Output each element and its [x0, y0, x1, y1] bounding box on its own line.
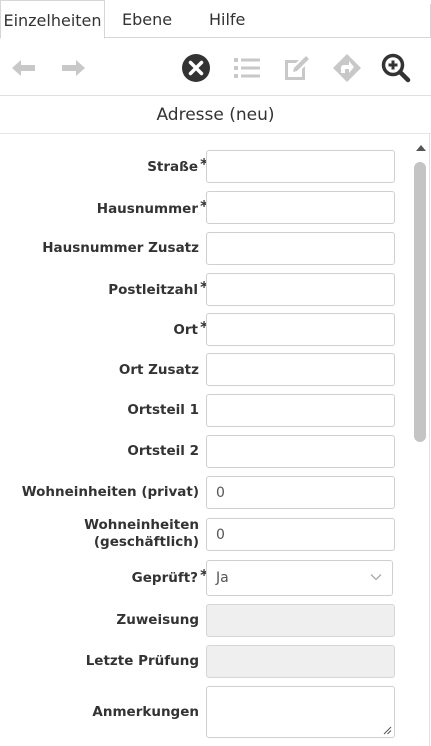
chevron-down-icon — [370, 574, 382, 581]
zuweisung-input — [206, 604, 395, 637]
field-label: Geprüft? * — [131, 566, 208, 586]
hausnummer-zusatz-input[interactable] — [206, 232, 395, 265]
scrollbar-thumb[interactable] — [414, 162, 426, 442]
field-label-line1: Wohneinheiten — [84, 517, 199, 533]
form-title: Adresse (neu) — [0, 97, 431, 134]
tab-hilfe[interactable]: Hilfe — [209, 0, 269, 38]
tab-bar: Einzelheiten Ebene Hilfe — [0, 0, 431, 39]
field-label: Ortsteil 1 — [127, 402, 199, 418]
toolbar — [0, 38, 431, 96]
ortsteil2-input[interactable] — [206, 435, 395, 468]
field-label: Ortsteil 2 — [127, 443, 199, 459]
wohneinheiten-privat-input[interactable] — [206, 476, 395, 509]
field-label: Hausnummer Zusatz — [42, 240, 199, 256]
hausnummer-input[interactable] — [206, 191, 395, 224]
field-label: Ort * — [173, 318, 208, 338]
field-label: Straße * — [147, 155, 208, 175]
strasse-input[interactable] — [206, 150, 395, 183]
field-label: Postleitzahl * — [108, 278, 208, 298]
field-label: Letzte Prüfung — [85, 653, 199, 669]
arrow-left-icon[interactable] — [8, 52, 40, 84]
zoom-in-icon[interactable] — [380, 52, 412, 84]
field-label: Wohneinheiten (geschäftlich) — [84, 517, 199, 551]
field-label: Ort Zusatz — [118, 362, 199, 378]
resize-grip-icon[interactable] — [383, 726, 392, 735]
field-label: Hausnummer * — [96, 197, 208, 217]
field-label: Anmerkungen — [92, 704, 199, 720]
close-circle-icon[interactable] — [180, 52, 212, 84]
ort-zusatz-input[interactable] — [206, 353, 395, 386]
arrow-right-icon[interactable] — [57, 52, 89, 84]
field-label: Zuweisung — [116, 612, 199, 628]
field-label-line2: (geschäftlich) — [93, 534, 199, 550]
geprueft-select[interactable]: Ja — [206, 560, 393, 596]
field-label: Wohneinheiten (privat) — [21, 484, 199, 500]
panel-edge — [429, 134, 430, 746]
letzte-pruefung-input — [206, 645, 395, 678]
wohneinheiten-geschaeftlich-input[interactable] — [206, 518, 395, 551]
forward-icon[interactable] — [331, 52, 363, 84]
postleitzahl-input[interactable] — [206, 273, 395, 306]
anmerkungen-textarea[interactable] — [206, 686, 395, 738]
select-value: Ja — [216, 570, 229, 586]
tab-einzelheiten[interactable]: Einzelheiten — [0, 0, 105, 39]
list-icon[interactable] — [231, 52, 263, 84]
scroll-up-arrow-icon[interactable] — [416, 145, 426, 151]
scrollbar[interactable] — [412, 143, 428, 746]
ort-input[interactable] — [206, 313, 395, 346]
tab-ebene[interactable]: Ebene — [122, 0, 182, 38]
ortsteil1-input[interactable] — [206, 394, 395, 427]
edit-icon[interactable] — [281, 52, 313, 84]
